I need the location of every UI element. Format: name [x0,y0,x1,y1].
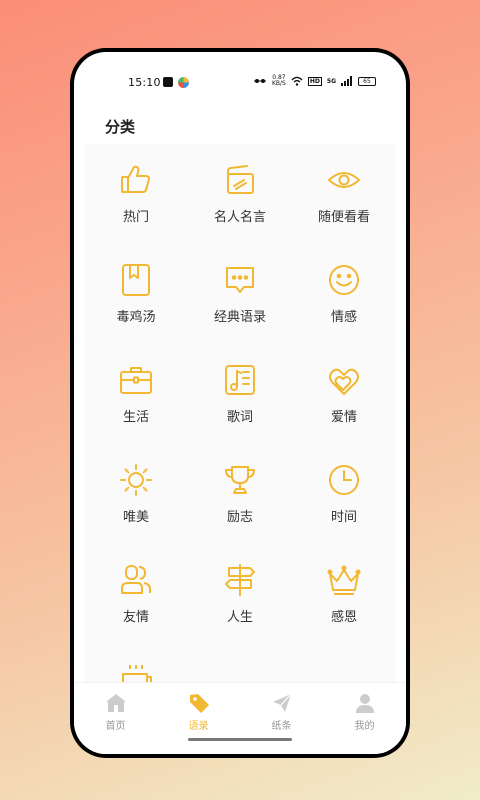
category-label: 爱情 [330,410,357,425]
tag-icon [189,694,209,713]
tab-label: 首页 [105,721,126,732]
category-inspiration[interactable]: 励志 [188,462,292,562]
category-label: 人生 [226,610,253,625]
app-screen: 15:10 0.87 KB/S HD 5G 65 分类 热门 名人名言 随便看看… [74,52,406,754]
category-label: 随便看看 [317,210,370,225]
category-label: 情感 [330,310,357,325]
phone-frame: 15:10 0.87 KB/S HD 5G 65 分类 热门 名人名言 随便看看… [70,48,410,758]
tab-label: 我的 [354,721,375,732]
hearts-icon [329,368,359,395]
net-speed: 0.87 KB/S [271,74,286,87]
briefcase-icon [120,367,152,394]
category-hot[interactable]: 热门 [84,162,188,262]
hd-badge: HD [307,76,322,86]
status-time: 15:10 [128,76,161,89]
category-gratitude[interactable]: 感恩 [292,562,396,662]
category-label: 生活 [122,410,149,425]
category-label: 热门 [122,210,149,225]
home-indicator[interactable] [188,738,292,741]
smile-icon [329,265,359,295]
page-title: 分类 [105,118,136,136]
notification-game-icon [178,77,189,88]
category-classic-quotes[interactable]: 经典语录 [188,262,292,362]
category-lyrics[interactable]: 歌词 [188,362,292,462]
category-label: 唯美 [122,510,149,525]
tab-label: 纸条 [271,721,292,732]
tab-home[interactable]: 首页 [74,683,157,754]
category-grid: 热门 名人名言 随便看看 毒鸡汤 经典语录 情感 生活 歌词 爱情 唯美 励志 … [84,144,396,682]
category-life-path[interactable]: 人生 [188,562,292,662]
bottom-tab-bar: 首页 语录 纸条 我的 [74,682,406,754]
category-life[interactable]: 生活 [84,362,188,462]
tab-notes[interactable]: 纸条 [240,683,323,754]
category-love[interactable]: 爱情 [292,362,396,462]
cards-icon [227,165,254,194]
category-friendship[interactable]: 友情 [84,562,188,662]
paper-plane-icon [272,693,291,712]
chat-bubble-icon [226,267,254,293]
category-browse[interactable]: 随便看看 [292,162,396,262]
crown-icon [327,565,361,595]
category-label: 经典语录 [213,310,266,325]
notification-app-icon [163,77,173,87]
eye-icon [328,172,360,188]
trophy-icon [225,466,255,494]
category-grid-container[interactable]: 热门 名人名言 随便看看 毒鸡汤 经典语录 情感 生活 歌词 爱情 唯美 励志 … [84,144,396,682]
user-icon [355,694,374,713]
wireless-link-icon [253,79,266,83]
category-label: 友情 [122,610,149,625]
category-beautiful[interactable]: 唯美 [84,462,188,562]
coffee-cup-icon [122,665,152,682]
category-label: 歌词 [226,410,253,425]
bookmark-book-icon [122,264,150,296]
battery-icon: 65 [358,76,376,86]
category-label: 励志 [226,510,253,525]
signal-icon [341,76,352,86]
music-note-icon [225,365,255,395]
clock-icon [329,465,359,495]
sun-icon [120,464,152,496]
category-label: 时间 [330,510,357,525]
category-emotion[interactable]: 情感 [292,262,396,362]
category-famous-quotes[interactable]: 名人名言 [188,162,292,262]
tab-label: 语录 [188,721,209,732]
status-indicators: 0.87 KB/S HD 5G 65 [253,75,376,87]
tab-mine[interactable]: 我的 [323,683,406,754]
category-sarcasm[interactable]: 毒鸡汤 [84,262,188,362]
status-bar: 15:10 0.87 KB/S HD 5G 65 [74,52,406,112]
category-label: 感恩 [330,610,357,625]
wifi-icon [291,76,303,86]
category-partial[interactable] [84,662,188,682]
network-type: 5G [326,77,336,85]
thumbs-up-icon [121,165,150,193]
home-icon [105,694,126,712]
category-label: 毒鸡汤 [116,310,156,325]
category-time[interactable]: 时间 [292,462,396,562]
signpost-icon [225,564,255,596]
friends-icon [121,565,151,594]
category-label: 名人名言 [213,210,266,225]
tab-quotes[interactable]: 语录 [157,683,240,754]
